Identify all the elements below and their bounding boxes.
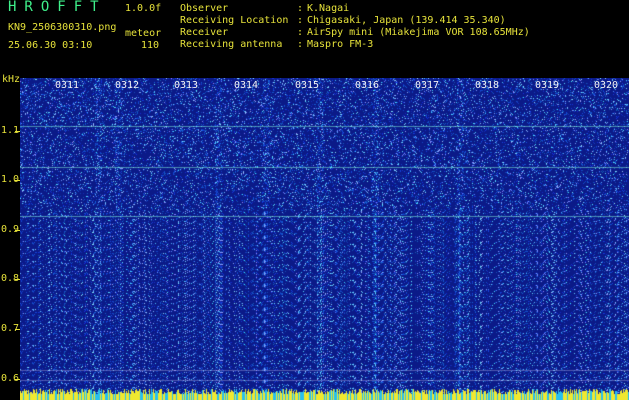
freq-tick-mark <box>15 329 20 330</box>
location-label: Receiving Location <box>180 15 289 26</box>
meteor-count: 110 <box>141 40 160 51</box>
time-tick-label: 0318 <box>475 80 500 91</box>
time-tick-label: 0314 <box>234 80 259 91</box>
freq-tick-mark <box>15 230 20 231</box>
freq-tick-mark <box>15 131 20 132</box>
freq-tick-mark <box>15 279 20 280</box>
time-tick-label: 0315 <box>295 80 320 91</box>
app-title: HROFFT <box>8 0 107 15</box>
time-tick-label: 0317 <box>415 80 440 91</box>
file-name: KN9_2506300310.png <box>8 22 117 33</box>
spectrogram-canvas <box>20 78 629 400</box>
header-panel: HROFFT 1.0.0f KN9_2506300310.png meteor … <box>0 0 629 85</box>
time-tick-label: 0313 <box>174 80 199 91</box>
time-tick-label: 0311 <box>55 80 80 91</box>
freq-tick-mark <box>15 180 20 181</box>
antenna-value: Maspro FM-3 <box>307 39 374 50</box>
receiver-label: Receiver <box>180 27 229 38</box>
info-separator: : <box>297 27 304 38</box>
antenna-label: Receiving antenna <box>180 39 283 50</box>
info-separator: : <box>297 15 304 26</box>
observer-value: K.Nagai <box>307 3 350 14</box>
time-tick-label: 0320 <box>594 80 619 91</box>
info-separator: : <box>297 39 304 50</box>
app-version: 1.0.0f <box>125 3 162 14</box>
receiver-value: AirSpy mini (Miakejima VOR 108.65MHz) <box>307 27 530 38</box>
time-tick-label: 0312 <box>115 80 140 91</box>
time-tick-label: 0319 <box>535 80 560 91</box>
meteor-label: meteor <box>125 28 162 39</box>
time-tick-label: 0316 <box>355 80 380 91</box>
info-separator: : <box>297 3 304 14</box>
freq-tick-mark <box>15 379 20 380</box>
frequency-unit-label: kHz <box>2 74 21 85</box>
observer-label: Observer <box>180 3 229 14</box>
capture-datetime: 25.06.30 03:10 <box>8 40 93 51</box>
location-value: Chigasaki, Japan (139.414 35.340) <box>307 15 506 26</box>
